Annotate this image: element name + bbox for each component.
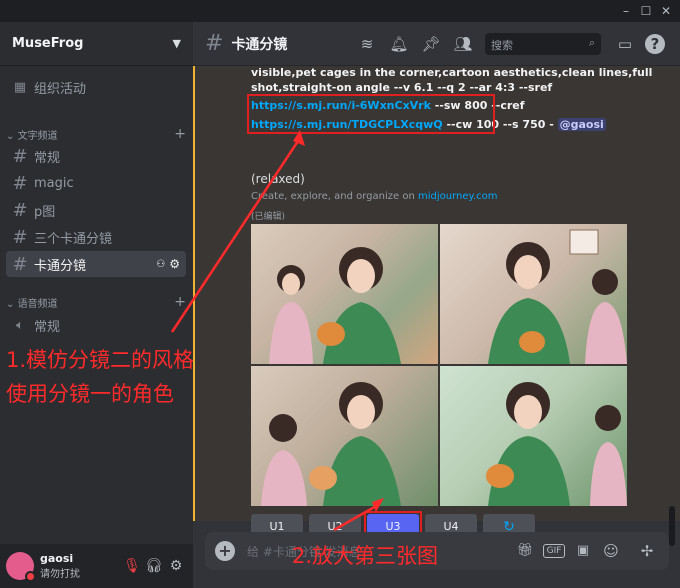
annotation-arrows	[170, 130, 384, 532]
annotation-step-1: 1.模仿分镜二的风格	[6, 348, 195, 372]
annotation-step-2: 2.放大第三张图	[292, 544, 439, 568]
annotation-step-1-line-2: 使用分镜一的角色	[6, 382, 174, 406]
